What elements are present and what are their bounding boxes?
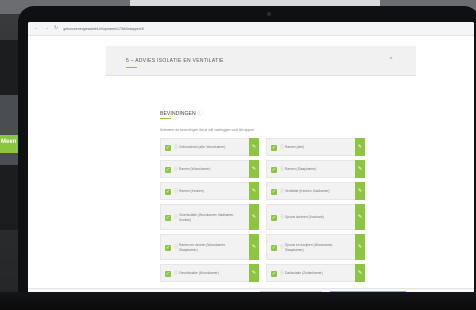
info-icon[interactable]: ⓘ [174, 270, 178, 276]
finding-option[interactable]: ✓ ⓘ Dakisolatie (Zolderkamer) ✎ [266, 264, 365, 282]
checkbox-checked-icon[interactable]: ✓ [271, 189, 277, 195]
info-icon[interactable]: ⓘ [280, 244, 284, 250]
edit-pencil-icon[interactable]: ✎ [355, 138, 365, 156]
info-icon[interactable]: ⓘ [280, 270, 284, 276]
checkbox-checked-icon[interactable]: ✓ [165, 215, 171, 221]
finding-label: Ramen (Woonkamer) [179, 167, 211, 171]
section-header[interactable]: 5 – ADVIES ISOLATIE EN VENTILATIE ^ [106, 46, 416, 76]
findings-title: BEVINDINGEN ⓘ [160, 111, 203, 117]
checkbox-checked-icon[interactable]: ✓ [165, 245, 171, 251]
checkbox-checked-icon[interactable]: ✓ [271, 245, 277, 251]
finding-label: Ramen en deuren (Woonkamer, Slaapkamer) [179, 243, 226, 252]
section-title-underline [126, 67, 137, 68]
edit-pencil-icon[interactable]: ✎ [249, 234, 259, 260]
desk-edge [0, 292, 476, 310]
checkbox-checked-icon[interactable]: ✓ [165, 145, 171, 151]
checkbox-checked-icon[interactable]: ✓ [165, 271, 171, 277]
info-icon[interactable]: ⓘ [174, 214, 178, 220]
edit-pencil-icon[interactable]: ✎ [249, 160, 259, 178]
forward-arrow-icon[interactable]: → [44, 26, 49, 31]
info-icon[interactable]: ⓘ [280, 188, 284, 194]
url-text[interactable]: gebouwenergieadvies.nl/opname/17384/stap… [63, 27, 144, 31]
findings-title-underline [160, 118, 171, 119]
edit-pencil-icon[interactable]: ✎ [249, 264, 259, 282]
edit-pencil-icon[interactable]: ✎ [355, 204, 365, 230]
edit-pencil-icon[interactable]: ✎ [249, 182, 259, 200]
info-icon[interactable]: ⓘ [174, 244, 178, 250]
finding-option[interactable]: ✓ ⓘ Ramen (Keuken) ✎ [160, 182, 259, 200]
finding-option[interactable]: ✓ ⓘ Ramen en deuren (Woonkamer, Slaapkam… [160, 234, 259, 260]
checkbox-checked-icon[interactable]: ✓ [271, 271, 277, 277]
finding-option[interactable]: ✓ ⓘ Spouw en kozijnen (Woonkamer, Slaapk… [266, 234, 365, 260]
finding-label: Ramen (Slaapkamer) [285, 167, 317, 171]
finding-label: Ventilatie (Keuken, Badkamer) [285, 189, 330, 193]
edit-pencil-icon[interactable]: ✎ [249, 204, 259, 230]
finding-label: Gebouwhuid (alle, Woonkamer) [179, 145, 226, 149]
info-icon[interactable]: ⓘ [174, 144, 178, 150]
edit-pencil-icon[interactable]: ✎ [249, 138, 259, 156]
browser-address-bar[interactable]: ← → ↻ gebouwenergieadvies.nl/opname/1738… [28, 22, 474, 36]
checkbox-checked-icon[interactable]: ✓ [165, 189, 171, 195]
checkbox-checked-icon[interactable]: ✓ [271, 167, 277, 173]
edit-pencil-icon[interactable]: ✎ [355, 234, 365, 260]
finding-label: Vloerisolatie (Woonkamer, Badkamer, Keuk… [179, 213, 235, 222]
info-icon[interactable]: ⓘ [280, 166, 284, 172]
checkbox-checked-icon[interactable]: ✓ [165, 167, 171, 173]
edit-pencil-icon[interactable]: ✎ [355, 264, 365, 282]
finding-label: Ramen (Keuken) [179, 189, 204, 193]
finding-label: Dakisolatie (Zolderkamer) [285, 271, 323, 275]
finding-label: Spouw en kozijnen (Woonkamer, Slaapkamer… [285, 243, 334, 252]
findings-hint: Selecteer de bevindingen die je wilt vas… [160, 128, 255, 132]
finding-option[interactable]: ✓ ⓘ Vloerisolatie (Woonkamer, Badkamer, … [160, 204, 259, 230]
info-icon[interactable]: ⓘ [197, 111, 202, 117]
info-icon[interactable]: ⓘ [280, 214, 284, 220]
info-icon[interactable]: ⓘ [280, 144, 284, 150]
finding-option[interactable]: ✓ ⓘ Spouw isoleren (Voorkant) ✎ [266, 204, 365, 230]
edit-pencil-icon[interactable]: ✎ [355, 160, 365, 178]
camera-dot [267, 12, 271, 16]
info-icon[interactable]: ⓘ [174, 188, 178, 194]
edit-pencil-icon[interactable]: ✎ [355, 182, 365, 200]
tablet-screen: ← → ↻ gebouwenergieadvies.nl/opname/1738… [28, 22, 474, 304]
finding-option[interactable]: ✓ ⓘ Gevelisolatie (Woonkamer) ✎ [160, 264, 259, 282]
finding-option[interactable]: ✓ ⓘ Ramen (alle) ✎ [266, 138, 365, 156]
finding-label: Spouw isoleren (Voorkant) [285, 215, 324, 219]
finding-label: Ramen (alle) [285, 145, 304, 149]
back-arrow-icon[interactable]: ← [34, 26, 39, 31]
tablet-device: ← → ↻ gebouwenergieadvies.nl/opname/1738… [18, 6, 476, 306]
finding-label: Gevelisolatie (Woonkamer) [179, 271, 219, 275]
info-icon[interactable]: ⓘ [174, 166, 178, 172]
collapse-caret-icon[interactable]: ^ [390, 57, 392, 63]
checkbox-checked-icon[interactable]: ✓ [271, 215, 277, 221]
finding-option[interactable]: ✓ ⓘ Ventilatie (Keuken, Badkamer) ✎ [266, 182, 365, 200]
checkbox-checked-icon[interactable]: ✓ [271, 145, 277, 151]
finding-option[interactable]: ✓ ⓘ Gebouwhuid (alle, Woonkamer) ✎ [160, 138, 259, 156]
finding-option[interactable]: ✓ ⓘ Ramen (Woonkamer) ✎ [160, 160, 259, 178]
reload-icon[interactable]: ↻ [54, 26, 58, 31]
section-title: 5 – ADVIES ISOLATIE EN VENTILATIE [126, 58, 224, 64]
finding-option[interactable]: ✓ ⓘ Ramen (Slaapkamer) ✎ [266, 160, 365, 178]
